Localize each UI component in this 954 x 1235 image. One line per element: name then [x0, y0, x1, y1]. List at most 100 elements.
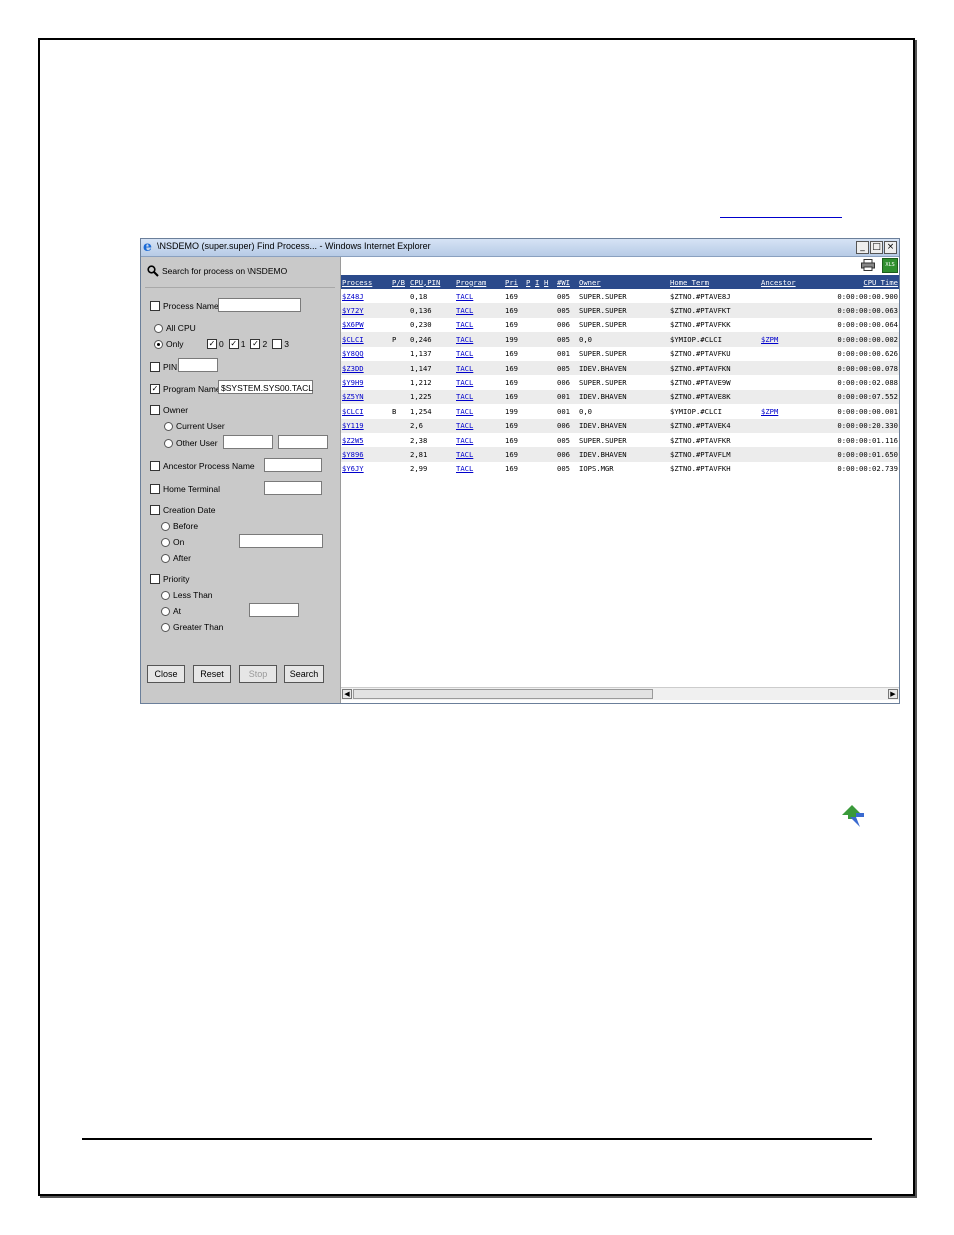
table-cell-link[interactable]: TACL — [456, 464, 473, 473]
scroll-left-arrow[interactable]: ◀ — [342, 689, 352, 699]
table-row[interactable]: $CLCI P 0,246 TACL 199 005 0,0 $YMIOP.#CLCI $ZPM… — [341, 332, 899, 347]
table-row[interactable]: $Z3DD 1,147 TACL 169 005 IDEV.BHAVEN $ZTNO.#PT… — [341, 360, 899, 376]
other-user-radio[interactable] — [164, 438, 173, 448]
table-row[interactable]: $Y119 2,6 TACL 169 006 IDEV.BHAVEN $ZTNO.#PTAV… — [341, 418, 899, 433]
only-cpu-radio[interactable] — [154, 339, 163, 349]
table-cell-link[interactable]: TACL — [456, 335, 473, 344]
minimize-button[interactable]: _ — [856, 241, 869, 254]
table-cell-link[interactable]: $ZPM — [761, 335, 778, 344]
table-row[interactable]: $Y896 2,81 TACL 169 006 IDEV.BHAVEN $ZTNO.#PTA… — [341, 447, 899, 462]
other-user-name-input[interactable] — [278, 435, 328, 449]
table-cell-link[interactable]: $Y8QQ — [342, 349, 364, 358]
stop-button[interactable]: Stop — [239, 665, 277, 683]
priority-input[interactable] — [249, 603, 299, 617]
reset-button[interactable]: Reset — [193, 665, 231, 683]
cpu-1-checkbox[interactable]: ✓ — [228, 339, 239, 349]
table-cell-link[interactable]: $Z5YN — [342, 392, 364, 401]
table-row[interactable]: $Y72Y 0,136 TACL 169 005 SUPER.SUPER $ZTNO.#PT… — [341, 303, 899, 318]
table-cell-link[interactable]: $CLCI — [342, 335, 364, 344]
program-name-input[interactable]: $SYSTEM.SYS00.TACL — [218, 380, 313, 394]
col-ancestor[interactable]: Ancestor — [760, 275, 823, 289]
table-cell-link[interactable]: TACL — [456, 364, 473, 373]
table-cell-link[interactable]: $Y72Y — [342, 306, 364, 315]
hyperlink-underline[interactable] — [720, 217, 842, 218]
scroll-right-arrow[interactable]: ▶ — [888, 689, 898, 699]
table-cell-link[interactable]: $ZPM — [761, 407, 778, 416]
process-name-checkbox[interactable] — [150, 301, 160, 311]
col-pri[interactable]: Pri — [504, 275, 525, 289]
table-cell-link[interactable]: TACL — [456, 349, 473, 358]
table-cell-link[interactable]: $Z2W5 — [342, 436, 364, 445]
table-row[interactable]: $X6PW 0,230 TACL 169 006 SUPER.SUPER $ZTNO.#PT… — [341, 318, 899, 332]
creation-date-checkbox[interactable] — [150, 505, 160, 515]
all-cpu-radio[interactable] — [154, 323, 163, 333]
table-cell-link[interactable]: TACL — [456, 392, 473, 401]
table-row[interactable]: $Z2W5 2,38 TACL 169 005 SUPER.SUPER $ZTNO.#PTA… — [341, 433, 899, 447]
cpu-0-checkbox[interactable]: ✓ — [207, 339, 217, 349]
cpu-2-checkbox[interactable]: ✓ — [250, 339, 261, 349]
table-cell-link[interactable]: TACL — [456, 421, 473, 430]
less-than-radio[interactable] — [161, 590, 170, 600]
search-button[interactable]: Search — [284, 665, 324, 683]
col-p[interactable]: P — [525, 275, 534, 289]
table-cell-link[interactable]: TACL — [456, 320, 473, 329]
scroll-thumb[interactable] — [353, 689, 653, 699]
table-cell-link[interactable]: $X6PW — [342, 320, 364, 329]
ancestor-checkbox[interactable] — [150, 461, 160, 471]
table-cell-link[interactable]: TACL — [456, 378, 473, 387]
cpu-3-checkbox[interactable] — [272, 339, 283, 349]
program-name-checkbox[interactable]: ✓ — [150, 384, 160, 394]
table-cell-link[interactable]: TACL — [456, 306, 473, 315]
close-button[interactable]: Close — [147, 665, 185, 683]
table-cell-link[interactable]: TACL — [456, 407, 473, 416]
table-cell-link[interactable]: $Y119 — [342, 421, 364, 430]
after-radio[interactable] — [161, 553, 170, 563]
table-cell-link[interactable]: $Y9H9 — [342, 378, 364, 387]
at-radio[interactable] — [161, 606, 170, 616]
creation-date-input[interactable] — [239, 534, 323, 548]
col-wi[interactable]: #WI — [556, 275, 578, 289]
pin-input[interactable] — [178, 358, 218, 372]
table-row[interactable]: $Y6JY 2,99 TACL 169 005 IOPS.MGR $ZTNO.#PTAVFK… — [341, 462, 899, 476]
col-home-term[interactable]: Home Term — [669, 275, 760, 289]
home-terminal-checkbox[interactable] — [150, 484, 160, 494]
col-cpu-time[interactable]: CPU Time — [823, 275, 899, 289]
pin-checkbox[interactable] — [150, 362, 160, 372]
ancestor-input[interactable] — [264, 458, 322, 472]
table-row[interactable]: $Z48J 0,18 TACL 169 005 SUPER.SUPER $ZTNO.#PTA… — [341, 289, 899, 303]
col-program[interactable]: Program — [455, 275, 504, 289]
process-name-input[interactable] — [218, 298, 301, 312]
on-radio[interactable] — [161, 537, 170, 547]
maximize-button[interactable]: □ — [870, 241, 883, 254]
table-cell-link[interactable]: $Y896 — [342, 450, 364, 459]
table-row[interactable]: $Z5YN 1,225 TACL 169 001 IDEV.BHAVEN $ZTNO.#PT… — [341, 389, 899, 405]
table-cell-link[interactable]: $Z48J — [342, 292, 364, 301]
table-cell-link[interactable]: TACL — [456, 436, 473, 445]
home-terminal-input[interactable] — [264, 481, 322, 495]
owner-checkbox[interactable] — [150, 405, 160, 415]
table-row[interactable]: $Y8QQ 1,137 TACL 169 001 SUPER.SUPER $ZTNO.#PT… — [341, 347, 899, 361]
col-process[interactable]: Process — [341, 275, 391, 289]
excel-export-icon[interactable]: XLS — [882, 258, 898, 273]
col-h[interactable]: H — [543, 275, 556, 289]
col-cpu-pin[interactable]: CPU,PIN — [409, 275, 455, 289]
col-pb[interactable]: P/B — [391, 275, 409, 289]
before-radio[interactable] — [161, 521, 170, 531]
horizontal-scrollbar[interactable]: ◀ ▶ — [341, 687, 899, 700]
greater-than-radio[interactable] — [161, 622, 170, 632]
current-user-radio[interactable] — [164, 421, 173, 431]
close-window-button[interactable]: × — [884, 241, 897, 254]
window-titlebar[interactable]: e \NSDEMO (super.super) Find Process... … — [141, 239, 899, 257]
navigation-arrows-icon[interactable] — [840, 803, 872, 829]
priority-checkbox[interactable] — [150, 574, 160, 584]
table-cell-link[interactable]: $Y6JY — [342, 464, 364, 473]
table-cell-link[interactable]: TACL — [456, 292, 473, 301]
table-cell-link[interactable]: $CLCI — [342, 407, 364, 416]
table-cell-link[interactable]: TACL — [456, 450, 473, 459]
table-row[interactable]: $CLCI B 1,254 TACL 199 001 0,0 $YMIOP.#CLCI $ZPM… — [341, 404, 899, 418]
table-cell-link[interactable]: $Z3DD — [342, 364, 364, 373]
other-user-group-input[interactable] — [223, 435, 273, 449]
print-icon[interactable] — [861, 259, 875, 271]
table-row[interactable]: $Y9H9 1,212 TACL 169 006 SUPER.SUPER $ZTNO.#PT… — [341, 375, 899, 389]
col-i[interactable]: I — [534, 275, 543, 289]
